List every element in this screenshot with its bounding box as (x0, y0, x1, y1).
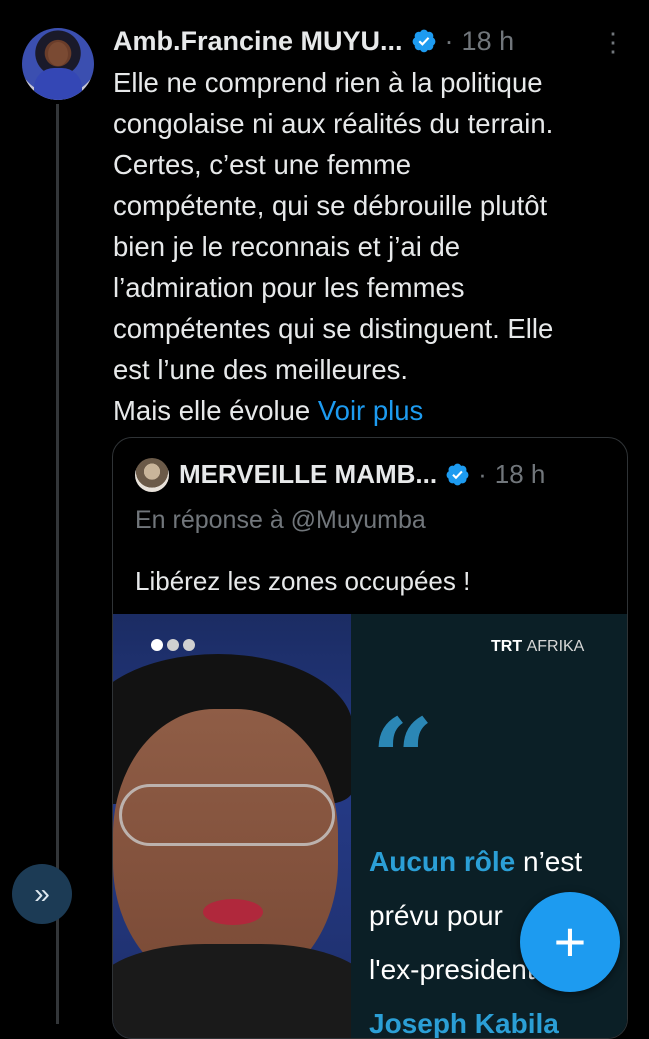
avatar-body (34, 68, 82, 100)
tweet-text: Elle ne comprend rien à la politique con… (113, 62, 633, 431)
author-avatar[interactable] (22, 28, 94, 100)
trt-afrika-logo: TRT AFRIKA (491, 638, 584, 656)
expand-sidebar-icon[interactable]: » (12, 864, 72, 924)
tweet-header: Amb.Francine MUYU... · 18 h (113, 24, 514, 58)
brand-name: TRT (491, 638, 523, 655)
verified-icon (412, 29, 435, 53)
tweet-text-line: Certes, c’est une femme (113, 149, 412, 180)
quoted-tweet-header: MERVEILLE MAMB... · 18 h (179, 459, 545, 490)
quote-card-line: Aucun rôle n’est (369, 846, 582, 878)
avatar-face (48, 42, 68, 66)
tweet-time[interactable]: 18 h (462, 26, 515, 57)
photo-glasses (119, 784, 335, 846)
tweet-text-prefix: Mais elle évolue (113, 395, 311, 426)
more-options-icon[interactable]: ⋮ (600, 28, 626, 56)
carousel-dots-icon (151, 639, 195, 651)
tweet-text-line: bien je le reconnais et j’ai de (113, 231, 461, 262)
tweet-text-line: compétente, qui se débrouille plutôt (113, 190, 548, 221)
tweet-text-line: Elle ne comprend rien à la politique (113, 67, 543, 98)
quoted-author-name[interactable]: MERVEILLE MAMB... (179, 459, 437, 490)
quote-card-accent: Aucun rôle (369, 846, 516, 877)
quote-card-line: prévu pour (369, 900, 503, 931)
tweet-text-line: est l’une des meilleures. (113, 354, 409, 385)
verified-icon (446, 463, 469, 486)
compose-button[interactable]: + (520, 892, 620, 992)
plus-icon: + (553, 910, 587, 973)
quoted-tweet-text: Libérez les zones occupées ! (135, 566, 471, 596)
tweet-text-line: compétentes qui se distinguent. Elle (113, 313, 554, 344)
brand-sub: AFRIKA (526, 638, 585, 655)
quoted-author-avatar[interactable] (135, 458, 169, 492)
quote-mark-icon: “ (371, 694, 435, 823)
quoted-tweet-time[interactable]: 18 h (495, 459, 546, 490)
separator-dot: · (478, 459, 487, 489)
tweet-text-last-line: Mais elle évolue Voir plus (113, 390, 633, 431)
reply-context: En réponse à @Muyumba (135, 506, 426, 534)
author-name[interactable]: Amb.Francine MUYU... (113, 26, 403, 57)
quote-card-line: l'ex-president (369, 954, 535, 985)
tweet-text-line: congolaise ni aux réalités du terrain. (113, 108, 554, 139)
portrait-photo (113, 614, 373, 1038)
quote-card-line: Joseph Kabila (369, 1008, 559, 1038)
photo-lips (203, 899, 263, 925)
quote-card-text: n’est (515, 846, 583, 877)
tweet-text-line: l’admiration pour les femmes (113, 272, 465, 303)
see-more-link[interactable]: Voir plus (318, 395, 423, 426)
separator-dot: · (444, 25, 454, 56)
